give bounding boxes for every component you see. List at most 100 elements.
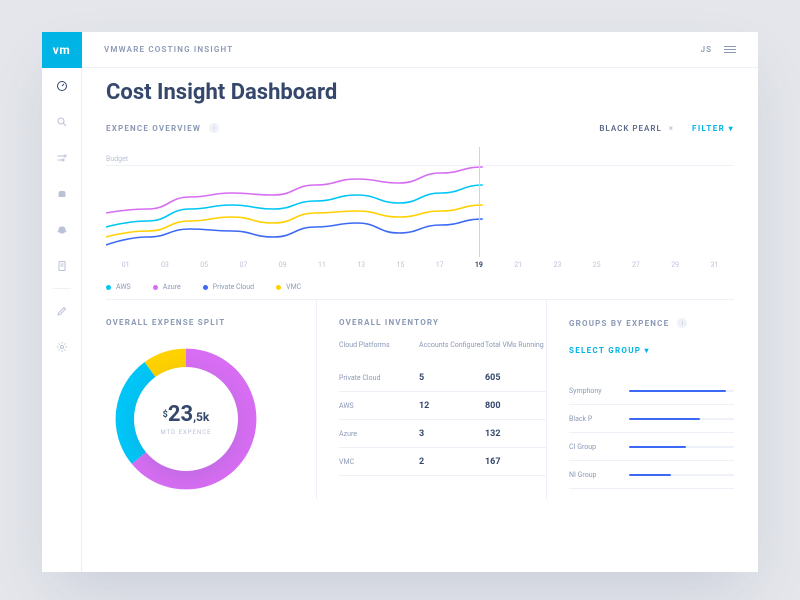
topbar: VMWARE COSTING INSIGHT JS	[82, 32, 758, 68]
col-accounts: Accounts Configured	[419, 341, 485, 350]
group-label: CI Group	[569, 443, 629, 451]
info-icon[interactable]: i	[209, 123, 219, 133]
user-initials[interactable]: JS	[701, 45, 712, 54]
cell-vms: 167	[485, 457, 546, 467]
series-line	[106, 167, 483, 213]
group-row[interactable]: NI Group	[569, 461, 734, 489]
group-bar	[629, 446, 734, 448]
x-tick[interactable]: 03	[145, 261, 184, 269]
expense-split-panel: OVERALL EXPENSE SPLIT $23,5k MTD EXPENCE	[106, 300, 316, 499]
x-tick[interactable]: 27	[616, 261, 655, 269]
inventory-title: OVERALL INVENTORY	[339, 318, 546, 327]
x-tick[interactable]: 17	[420, 261, 459, 269]
legend-item[interactable]: VMC	[276, 283, 301, 291]
close-icon[interactable]: ×	[669, 124, 674, 133]
nav-adjust-icon[interactable]	[42, 140, 82, 176]
group-label: NI Group	[569, 471, 629, 479]
cell-accounts: 2	[419, 457, 485, 467]
x-tick[interactable]: 09	[263, 261, 302, 269]
split-title: OVERALL EXPENSE SPLIT	[106, 318, 316, 327]
x-tick[interactable]: 15	[381, 261, 420, 269]
table-row[interactable]: AWS12800	[339, 392, 546, 420]
info-icon[interactable]: i	[677, 318, 687, 328]
x-tick[interactable]: 23	[538, 261, 577, 269]
cell-accounts: 12	[419, 401, 485, 411]
chart-legend: AWS Azure Private Cloud VMC	[106, 283, 301, 291]
sidebar: vm	[42, 32, 82, 572]
cell-accounts: 3	[419, 429, 485, 439]
col-platforms: Cloud Platforms	[339, 341, 419, 350]
cell-platform: Private Cloud	[339, 374, 419, 382]
line-chart-svg	[106, 157, 734, 267]
x-tick[interactable]: 07	[224, 261, 263, 269]
amount-major: 23	[168, 402, 193, 427]
group-bar	[629, 390, 734, 392]
menu-icon[interactable]	[724, 46, 736, 53]
col-vms: Total VMs Running	[485, 341, 546, 350]
cell-platform: VMC	[339, 458, 419, 466]
cell-vms: 800	[485, 401, 546, 411]
group-row[interactable]: CI Group	[569, 433, 734, 461]
filter-button[interactable]: FILTER ▾	[692, 124, 734, 133]
bottom-panels: OVERALL EXPENSE SPLIT $23,5k MTD EXPENCE	[106, 299, 734, 499]
cell-vms: 605	[485, 373, 546, 383]
amount-minor: ,5k	[193, 410, 209, 424]
donut-amount: $23,5k	[163, 402, 210, 427]
table-row[interactable]: Azure3132	[339, 420, 546, 448]
groups-title: GROUPS BY EXPENCE	[569, 319, 669, 328]
content: Cost Insight Dashboard EXPENCE OVERVIEW …	[82, 68, 758, 572]
nav-dashboard-icon[interactable]	[42, 68, 82, 104]
inventory-panel: OVERALL INVENTORY Cloud Platforms Accoun…	[316, 300, 546, 499]
chart-cursor	[479, 147, 480, 257]
x-tick[interactable]: 13	[342, 261, 381, 269]
group-label: Black P	[569, 415, 629, 423]
groups-panel: GROUPS BY EXPENCE i SELECT GROUP ▾ Symph…	[546, 300, 734, 499]
x-tick[interactable]: 01	[106, 261, 145, 269]
donut-label: MTD EXPENCE	[160, 429, 211, 436]
group-row[interactable]: Black P	[569, 405, 734, 433]
group-label: Symphony	[569, 387, 629, 395]
group-row[interactable]: Symphony	[569, 377, 734, 405]
x-tick[interactable]: 19	[459, 261, 498, 269]
cell-platform: Azure	[339, 430, 419, 438]
nav-savings-icon[interactable]	[42, 212, 82, 248]
cell-vms: 132	[485, 429, 546, 439]
cell-platform: AWS	[339, 402, 419, 410]
legend-item[interactable]: Private Cloud	[203, 283, 254, 291]
filter-chip[interactable]: BLACK PEARL ×	[599, 124, 674, 133]
legend-item[interactable]: AWS	[106, 283, 131, 291]
nav-search-icon[interactable]	[42, 104, 82, 140]
legend-item[interactable]: Azure	[153, 283, 181, 291]
table-row[interactable]: VMC2167	[339, 448, 546, 476]
nav-reports-icon[interactable]	[42, 248, 82, 284]
nav-budget-icon[interactable]	[42, 176, 82, 212]
x-tick[interactable]: 31	[695, 261, 734, 269]
x-tick[interactable]: 25	[577, 261, 616, 269]
main-area: VMWARE COSTING INSIGHT JS Cost Insight D…	[82, 32, 758, 572]
x-tick[interactable]: 29	[656, 261, 695, 269]
filter-chip-label: BLACK PEARL	[599, 124, 661, 133]
x-tick[interactable]: 05	[185, 261, 224, 269]
inventory-header: Cloud Platforms Accounts Configured Tota…	[339, 341, 546, 350]
nav-settings-icon[interactable]	[42, 329, 82, 365]
x-tick[interactable]: 21	[499, 261, 538, 269]
app-window: vm VMWARE COSTING INSIGHT	[42, 32, 758, 572]
x-tick[interactable]: 11	[302, 261, 341, 269]
series-line	[106, 219, 483, 245]
brand-logo[interactable]: vm	[42, 32, 82, 68]
app-name: VMWARE COSTING INSIGHT	[104, 45, 233, 54]
overview-title: EXPENCE OVERVIEW	[106, 124, 201, 133]
sidebar-divider	[53, 288, 71, 289]
nav-edit-icon[interactable]	[42, 293, 82, 329]
group-bar	[629, 418, 734, 420]
donut-chart: $23,5k MTD EXPENCE	[106, 339, 266, 499]
x-axis: 01030507091113151719212325272931	[106, 261, 734, 269]
select-group-dropdown[interactable]: SELECT GROUP ▾	[569, 346, 734, 355]
group-bar	[629, 474, 734, 476]
table-row[interactable]: Private Cloud5605	[339, 364, 546, 392]
overview-header: EXPENCE OVERVIEW i BLACK PEARL × FILTER …	[106, 123, 734, 133]
page-title: Cost Insight Dashboard	[106, 80, 734, 105]
donut-center: $23,5k MTD EXPENCE	[134, 367, 238, 471]
cell-accounts: 5	[419, 373, 485, 383]
overview-line-chart: Budget 01030507091113151719212325272931 …	[106, 147, 734, 287]
